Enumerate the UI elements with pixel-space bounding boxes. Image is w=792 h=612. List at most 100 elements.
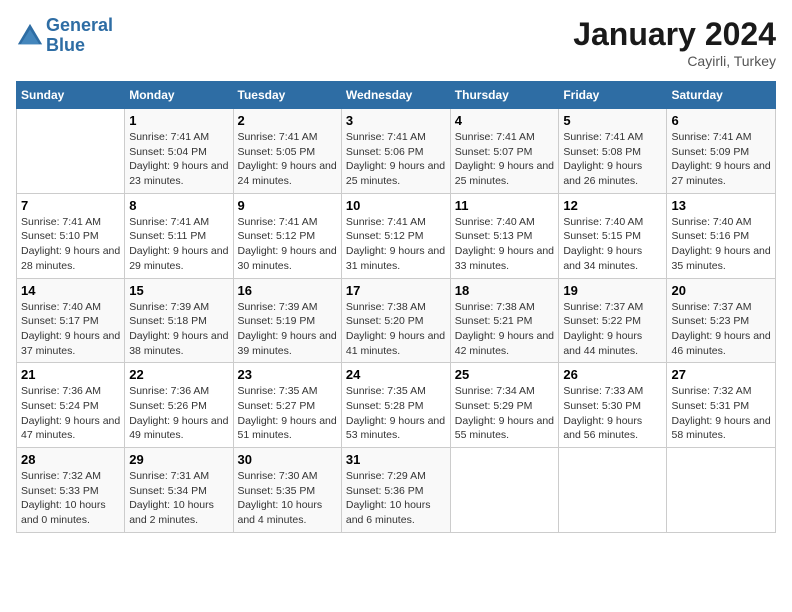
day-info: Sunrise: 7:40 AMSunset: 5:15 PMDaylight:… [563,215,662,274]
day-number: 20 [671,283,771,298]
day-number: 31 [346,452,446,467]
calendar-cell: 30Sunrise: 7:30 AMSunset: 5:35 PMDayligh… [233,448,341,533]
calendar-cell: 2 Sunrise: 7:41 AMSunset: 5:05 PMDaylight… [233,109,341,194]
day-number: 13 [671,198,771,213]
day-info: Sunrise: 7:41 AMSunset: 5:04 PMDaylight:… [129,130,228,189]
day-info: Sunrise: 7:29 AMSunset: 5:36 PMDaylight:… [346,469,446,528]
day-number: 15 [129,283,228,298]
calendar-week-2: 14Sunrise: 7:40 AMSunset: 5:17 PMDayligh… [17,278,776,363]
day-info: Sunrise: 7:41 AMSunset: 5:12 PMDaylight:… [346,215,446,274]
calendar-week-0: 1 Sunrise: 7:41 AMSunset: 5:04 PMDaylight… [17,109,776,194]
day-number: 29 [129,452,228,467]
calendar-cell: 11 Sunrise: 7:40 AMSunset: 5:13 PMDayligh… [450,193,559,278]
calendar-cell: 4Sunrise: 7:41 AMSunset: 5:07 PMDaylight… [450,109,559,194]
day-number: 21 [21,367,120,382]
day-info: Sunrise: 7:40 AMSunset: 5:13 PMDaylight:… [455,215,555,274]
day-info: Sunrise: 7:31 AMSunset: 5:34 PMDaylight:… [129,469,228,528]
day-info: Sunrise: 7:32 AMSunset: 5:33 PMDaylight:… [21,469,120,528]
calendar-cell: 26Sunrise: 7:33 AMSunset: 5:30 PMDayligh… [559,363,667,448]
day-number: 2 [238,113,337,128]
day-number: 11 [455,198,555,213]
day-info: Sunrise: 7:41 AMSunset: 5:06 PMDaylight:… [346,130,446,189]
col-monday: Monday [125,82,233,109]
col-friday: Friday [559,82,667,109]
calendar-header: Sunday Monday Tuesday Wednesday Thursday… [17,82,776,109]
day-number: 26 [563,367,662,382]
day-info: Sunrise: 7:37 AMSunset: 5:22 PMDaylight:… [563,300,662,359]
day-info: Sunrise: 7:41 AMSunset: 5:08 PMDaylight:… [563,130,662,189]
day-info: Sunrise: 7:41 AMSunset: 5:05 PMDaylight:… [238,130,337,189]
day-number: 5 [563,113,662,128]
calendar-cell: 24 Sunrise: 7:35 AMSunset: 5:28 PMDayligh… [341,363,450,448]
calendar-cell: 5 Sunrise: 7:41 AMSunset: 5:08 PMDaylight… [559,109,667,194]
calendar-cell: 20 Sunrise: 7:37 AMSunset: 5:23 PMDayligh… [667,278,776,363]
col-sunday: Sunday [17,82,125,109]
col-wednesday: Wednesday [341,82,450,109]
day-info: Sunrise: 7:40 AMSunset: 5:16 PMDaylight:… [671,215,771,274]
day-info: Sunrise: 7:35 AMSunset: 5:27 PMDaylight:… [238,384,337,443]
logo-icon [16,22,44,50]
logo-text: General Blue [46,16,113,56]
day-info: Sunrise: 7:32 AMSunset: 5:31 PMDaylight:… [671,384,771,443]
day-info: Sunrise: 7:41 AMSunset: 5:10 PMDaylight:… [21,215,120,274]
day-info: Sunrise: 7:35 AMSunset: 5:28 PMDaylight:… [346,384,446,443]
header-row: Sunday Monday Tuesday Wednesday Thursday… [17,82,776,109]
calendar-cell: 1 Sunrise: 7:41 AMSunset: 5:04 PMDaylight… [125,109,233,194]
day-number: 1 [129,113,228,128]
calendar-cell: 6Sunrise: 7:41 AMSunset: 5:09 PMDaylight… [667,109,776,194]
calendar-cell: 23 Sunrise: 7:35 AMSunset: 5:27 PMDayligh… [233,363,341,448]
calendar-cell: 9Sunrise: 7:41 AMSunset: 5:12 PMDaylight… [233,193,341,278]
logo-line1: General [46,15,113,35]
day-info: Sunrise: 7:39 AMSunset: 5:19 PMDaylight:… [238,300,337,359]
location: Cayirli, Turkey [573,53,776,69]
calendar-cell: 16 Sunrise: 7:39 AMSunset: 5:19 PMDayligh… [233,278,341,363]
calendar-cell: 7Sunrise: 7:41 AMSunset: 5:10 PMDaylight… [17,193,125,278]
day-number: 12 [563,198,662,213]
day-info: Sunrise: 7:37 AMSunset: 5:23 PMDaylight:… [671,300,771,359]
month-year: January 2024 [573,16,776,53]
day-number: 9 [238,198,337,213]
day-number: 24 [346,367,446,382]
day-info: Sunrise: 7:41 AMSunset: 5:11 PMDaylight:… [129,215,228,274]
calendar-cell: 31 Sunrise: 7:29 AMSunset: 5:36 PMDayligh… [341,448,450,533]
calendar-week-3: 21 Sunrise: 7:36 AMSunset: 5:24 PMDayligh… [17,363,776,448]
calendar-cell: 12 Sunrise: 7:40 AMSunset: 5:15 PMDayligh… [559,193,667,278]
day-number: 23 [238,367,337,382]
day-number: 10 [346,198,446,213]
calendar-cell: 28Sunrise: 7:32 AMSunset: 5:33 PMDayligh… [17,448,125,533]
calendar-cell: 19 Sunrise: 7:37 AMSunset: 5:22 PMDayligh… [559,278,667,363]
day-info: Sunrise: 7:38 AMSunset: 5:21 PMDaylight:… [455,300,555,359]
day-number: 6 [671,113,771,128]
calendar-cell: 29 Sunrise: 7:31 AMSunset: 5:34 PMDayligh… [125,448,233,533]
day-info: Sunrise: 7:34 AMSunset: 5:29 PMDaylight:… [455,384,555,443]
day-number: 3 [346,113,446,128]
calendar-cell [17,109,125,194]
title-block: January 2024 Cayirli, Turkey [573,16,776,69]
day-number: 22 [129,367,228,382]
calendar-cell [667,448,776,533]
col-saturday: Saturday [667,82,776,109]
calendar-cell: 10 Sunrise: 7:41 AMSunset: 5:12 PMDayligh… [341,193,450,278]
day-number: 17 [346,283,446,298]
calendar-cell: 21 Sunrise: 7:36 AMSunset: 5:24 PMDayligh… [17,363,125,448]
calendar-week-4: 28Sunrise: 7:32 AMSunset: 5:33 PMDayligh… [17,448,776,533]
day-number: 19 [563,283,662,298]
calendar-cell: 27 Sunrise: 7:32 AMSunset: 5:31 PMDayligh… [667,363,776,448]
calendar-cell: 25Sunrise: 7:34 AMSunset: 5:29 PMDayligh… [450,363,559,448]
calendar-body: 1 Sunrise: 7:41 AMSunset: 5:04 PMDaylight… [17,109,776,533]
day-info: Sunrise: 7:38 AMSunset: 5:20 PMDaylight:… [346,300,446,359]
logo: General Blue [16,16,113,56]
day-number: 16 [238,283,337,298]
col-thursday: Thursday [450,82,559,109]
day-number: 8 [129,198,228,213]
calendar-cell: 3 Sunrise: 7:41 AMSunset: 5:06 PMDaylight… [341,109,450,194]
calendar-cell [450,448,559,533]
calendar-cell: 8 Sunrise: 7:41 AMSunset: 5:11 PMDaylight… [125,193,233,278]
calendar-table: Sunday Monday Tuesday Wednesday Thursday… [16,81,776,533]
calendar-week-1: 7Sunrise: 7:41 AMSunset: 5:10 PMDaylight… [17,193,776,278]
day-info: Sunrise: 7:30 AMSunset: 5:35 PMDaylight:… [238,469,337,528]
calendar-cell: 22Sunrise: 7:36 AMSunset: 5:26 PMDayligh… [125,363,233,448]
day-number: 18 [455,283,555,298]
day-info: Sunrise: 7:36 AMSunset: 5:24 PMDaylight:… [21,384,120,443]
day-number: 27 [671,367,771,382]
